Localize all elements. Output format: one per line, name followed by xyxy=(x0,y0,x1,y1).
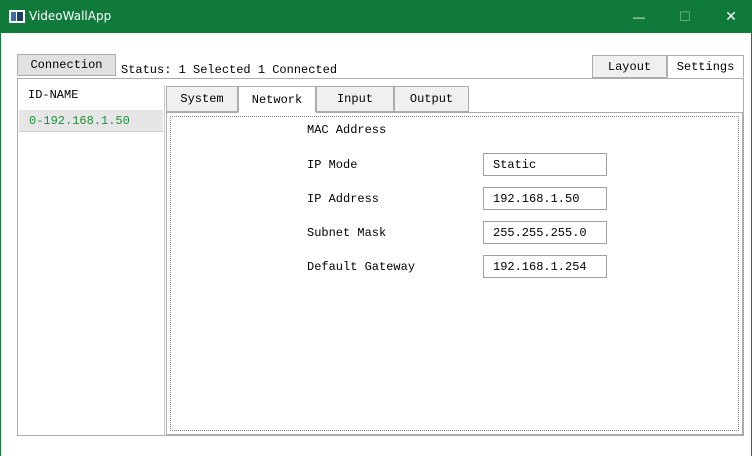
title-bar[interactable]: VideoWallApp — ☐ ✕ xyxy=(0,0,752,33)
subnet-mask-field[interactable]: 255.255.255.0 xyxy=(483,221,607,244)
mac-address-label: MAC Address xyxy=(307,123,387,137)
default-gateway-field[interactable]: 192.168.1.254 xyxy=(483,255,607,278)
subnet-mask-label: Subnet Mask xyxy=(307,226,387,240)
connection-button[interactable]: Connection xyxy=(17,54,116,76)
focus-rectangle xyxy=(170,116,739,431)
minimize-button[interactable]: — xyxy=(616,0,662,33)
minimize-icon: — xyxy=(633,9,645,24)
ip-address-field[interactable]: 192.168.1.50 xyxy=(483,187,607,210)
maximize-button[interactable]: ☐ xyxy=(662,0,708,33)
tab-input[interactable]: Input xyxy=(316,86,394,112)
ip-address-label: IP Address xyxy=(307,192,380,206)
close-icon: ✕ xyxy=(725,8,737,24)
window-title: VideoWallApp xyxy=(29,9,112,23)
tab-output[interactable]: Output xyxy=(394,86,469,112)
status-text: Status: 1 Selected 1 Connected xyxy=(121,63,338,77)
tab-system[interactable]: System xyxy=(166,86,238,112)
close-button[interactable]: ✕ xyxy=(708,0,752,33)
window-border-left xyxy=(0,0,1,456)
ip-mode-field[interactable]: Static xyxy=(483,153,607,176)
maximize-icon: ☐ xyxy=(679,8,691,24)
device-list-item[interactable]: 0-192.168.1.50 xyxy=(19,110,163,132)
tab-network[interactable]: Network xyxy=(238,86,316,113)
app-icon xyxy=(9,10,25,23)
device-list-header: ID-NAME xyxy=(28,88,79,102)
tab-settings[interactable]: Settings xyxy=(667,55,744,78)
ip-mode-label: IP Mode xyxy=(307,158,358,172)
default-gateway-label: Default Gateway xyxy=(307,260,416,274)
list-divider xyxy=(164,85,165,435)
tab-layout[interactable]: Layout xyxy=(592,55,667,78)
